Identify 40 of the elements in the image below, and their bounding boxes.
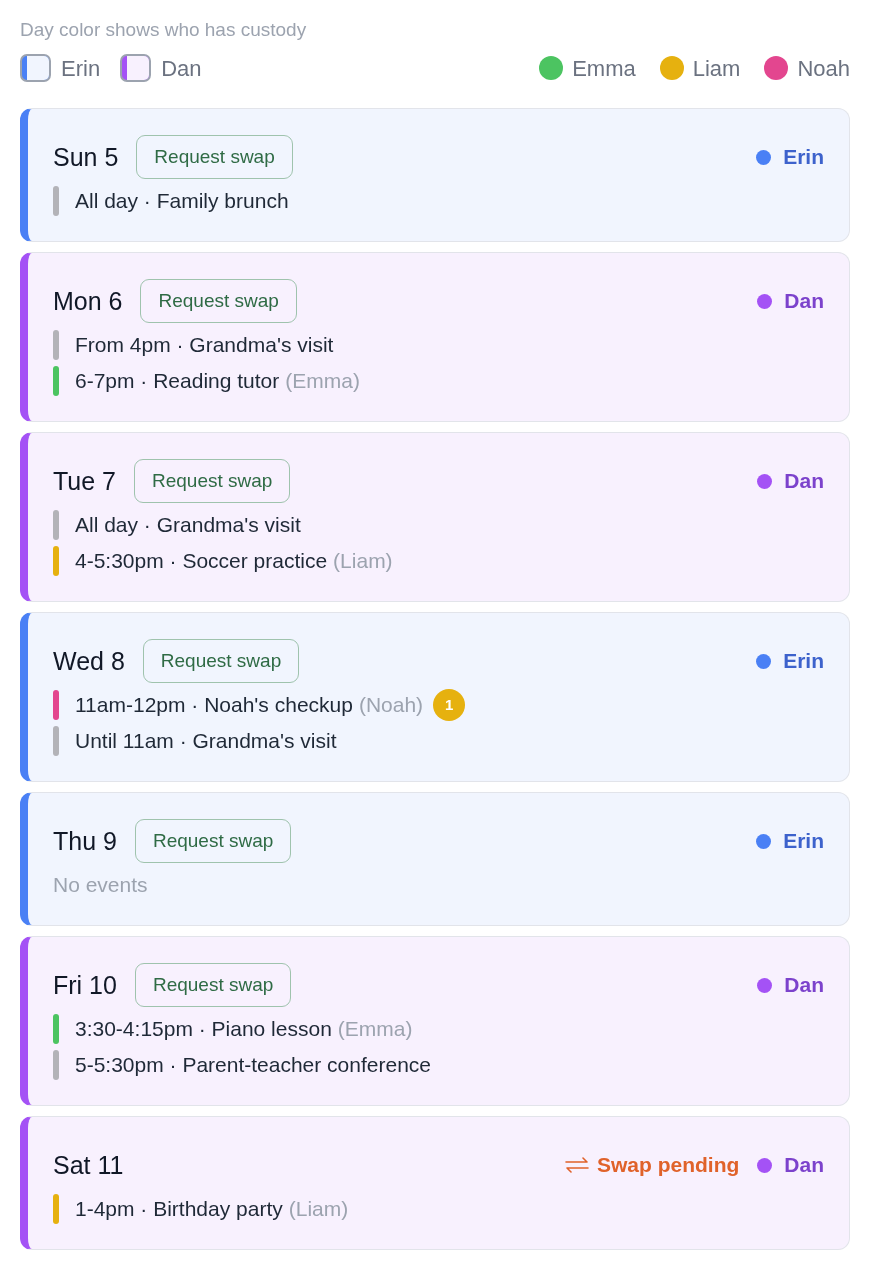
custody-parent-name: Dan (784, 288, 824, 315)
event-text: Until 11am · Grandma's visit (75, 728, 337, 755)
day-title: Tue 7 (53, 468, 116, 494)
swap-pending-status: Swap pending (596, 1152, 740, 1179)
event-text: All day · Grandma's visit (75, 512, 301, 539)
day-title: Wed 8 (53, 648, 125, 674)
legend-label: Emma (572, 54, 636, 83)
custody-parent-name: Erin (783, 648, 824, 675)
custody-parent-name: Erin (783, 828, 824, 855)
custody-parent-name: Dan (784, 972, 824, 999)
custody-parent-name: Erin (783, 144, 824, 171)
no-events-text: No events (53, 872, 148, 899)
day-title: Thu 9 (53, 828, 117, 854)
event-text: 11am-12pm · Noah's checkup (Noah) (75, 692, 424, 719)
day-title: Mon 6 (53, 288, 123, 314)
event-text: 1-4pm · Birthday party (Liam) (75, 1196, 349, 1223)
legend-caption: Day color shows who has custody (20, 18, 308, 42)
day-title: Sun 5 (53, 144, 119, 170)
request-swap-button[interactable]: Request swap (142, 639, 300, 683)
legend-label: Erin (61, 54, 101, 83)
event-text: All day · Family brunch (75, 188, 289, 215)
count-badge: 1 (433, 689, 466, 721)
event-text: 6-7pm · Reading tutor (Emma) (75, 368, 360, 395)
request-swap-button[interactable]: Request swap (134, 819, 292, 863)
request-swap-button[interactable]: Request swap (134, 459, 291, 503)
swap-arrows-icon (564, 1157, 589, 1173)
custody-parent-name: Dan (784, 1152, 824, 1179)
legend-label: Noah (797, 54, 850, 83)
day-title: Sat 11 (53, 1152, 124, 1178)
request-swap-button[interactable]: Request swap (140, 279, 297, 323)
day-title: Fri 10 (53, 972, 117, 998)
event-text: From 4pm · Grandma's visit (75, 332, 334, 359)
custody-parent-name: Dan (784, 468, 824, 495)
request-swap-button[interactable]: Request swap (136, 135, 293, 179)
legend-label: Liam (692, 54, 741, 83)
event-text: 5-5:30pm · Parent-teacher conference (75, 1052, 432, 1079)
legend-label: Dan (161, 54, 202, 83)
request-swap-button[interactable]: Request swap (134, 963, 292, 1007)
event-text: 4-5:30pm · Soccer practice (Liam) (75, 548, 393, 575)
event-text: 3:30-4:15pm · Piano lesson (Emma) (75, 1016, 413, 1043)
